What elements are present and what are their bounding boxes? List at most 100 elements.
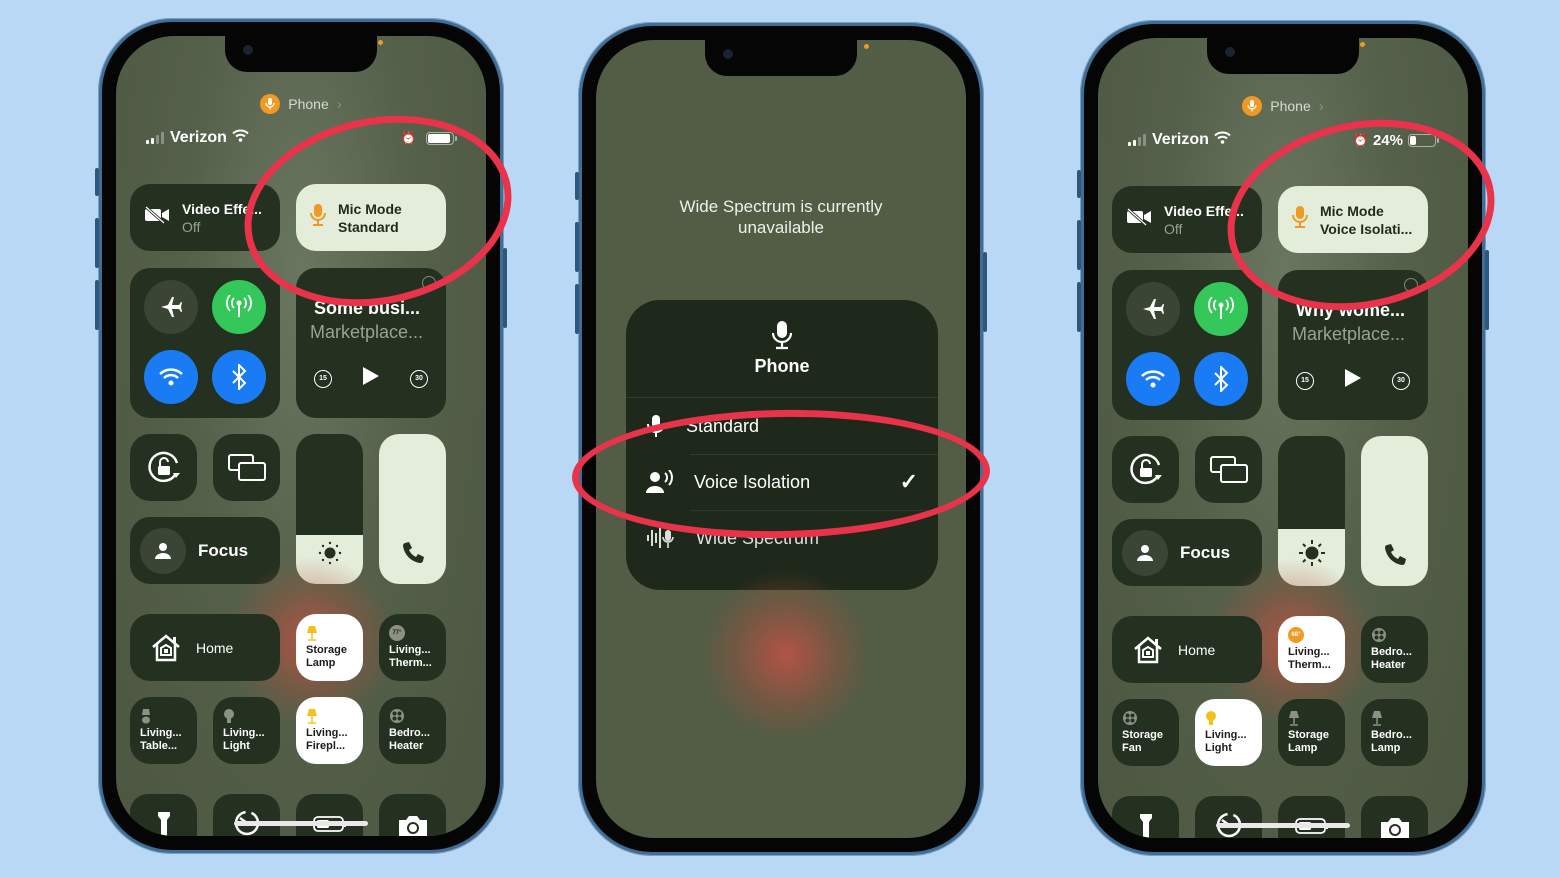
accessory-storage-lamp[interactable]: Storage Lamp: [296, 614, 363, 681]
accessory-bedroom-lamp[interactable]: Bedro... Lamp: [1361, 699, 1428, 766]
side-button: [503, 248, 507, 328]
mic-mode-title: Mic Mode: [338, 200, 402, 217]
volume-up-button: [1077, 220, 1081, 270]
accessory-living-table-lamp[interactable]: Living... Table...: [130, 697, 197, 764]
rotation-lock-button[interactable]: [130, 434, 197, 501]
rotation-lock-icon: [147, 451, 180, 482]
brightness-slider[interactable]: [296, 434, 363, 584]
accessory-living-light[interactable]: Living... Light: [213, 697, 280, 764]
screen-mirroring-button[interactable]: [1195, 436, 1262, 503]
wifi-toggle[interactable]: [1126, 352, 1180, 406]
cellular-signal-icon: [146, 132, 164, 144]
now-playing-module[interactable]: Some busi... Marketplace... 15 30: [296, 268, 446, 418]
rotation-lock-button[interactable]: [1112, 436, 1179, 503]
skip-back-15-button[interactable]: 15: [314, 369, 332, 388]
lamp-icon: [1371, 709, 1418, 727]
cellular-data-toggle[interactable]: [212, 280, 266, 334]
accessory-living-light[interactable]: Living... Light: [1195, 699, 1262, 766]
home-button[interactable]: Home: [130, 614, 280, 681]
airplay-icon[interactable]: [1404, 278, 1418, 292]
screen: Phone › Verizon ⏰ 24% Video Effe... Off …: [1098, 38, 1468, 838]
accessory-storage-lamp[interactable]: Storage Lamp: [1278, 699, 1345, 766]
microphone-icon: [647, 415, 665, 437]
heater-icon: [389, 707, 436, 725]
focus-button[interactable]: Focus: [130, 517, 280, 584]
mic-mode-value: Voice Isolati...: [1320, 220, 1413, 237]
cellular-data-toggle[interactable]: [1194, 282, 1248, 336]
accessory-living-thermostat[interactable]: 68° Living... Therm...: [1278, 616, 1345, 683]
timer-button[interactable]: [1195, 796, 1262, 838]
screen-mirroring-button[interactable]: [213, 434, 280, 501]
accessory-name-line2: Light: [223, 740, 250, 752]
chevron-right-icon: ›: [336, 95, 342, 113]
bluetooth-toggle[interactable]: [1194, 352, 1248, 406]
brightness-slider[interactable]: [1278, 436, 1345, 586]
bluetooth-toggle[interactable]: [212, 350, 266, 404]
home-indicator[interactable]: [234, 821, 368, 826]
mic-mode-option-wide-spectrum[interactable]: Wide Spectrum: [626, 510, 938, 566]
mic-in-use-indicator: [378, 40, 383, 45]
side-button: [983, 252, 987, 332]
focus-button[interactable]: Focus: [1112, 519, 1262, 586]
play-button[interactable]: [1344, 368, 1362, 393]
airplane-mode-toggle[interactable]: [1126, 282, 1180, 336]
flashlight-button[interactable]: [130, 794, 197, 836]
airplay-icon[interactable]: [422, 276, 436, 290]
skip-back-15-button[interactable]: 15: [1296, 371, 1314, 390]
accessory-storage-fan[interactable]: Storage Fan: [1112, 699, 1179, 766]
video-effects-tile[interactable]: Video Effe... Off: [1112, 186, 1262, 253]
option-label: Voice Isolation: [694, 471, 811, 492]
airplane-mode-toggle[interactable]: [144, 280, 198, 334]
mic-mode-option-voice-isolation[interactable]: Voice Isolation ✓: [626, 454, 938, 510]
mic-app-name: Phone: [1270, 98, 1311, 114]
phone-handset-icon: [1384, 544, 1406, 566]
mic-in-use-pill[interactable]: Phone ›: [1098, 96, 1468, 116]
connectivity-module: [1112, 270, 1262, 420]
chevron-right-icon: ›: [1318, 97, 1324, 115]
mic-mode-option-standard[interactable]: Standard: [626, 398, 938, 454]
volume-down-button: [575, 284, 579, 334]
battery-icon: [426, 131, 457, 145]
low-power-mode-button[interactable]: [296, 794, 363, 836]
play-icon: [1345, 369, 1361, 387]
now-playing-module[interactable]: Why wome... Marketplace... 15 30: [1278, 270, 1428, 420]
accessory-bedroom-heater[interactable]: Bedro... Heater: [379, 697, 446, 764]
focus-label: Focus: [1180, 542, 1231, 562]
flashlight-button[interactable]: [1112, 796, 1179, 838]
call-volume-slider[interactable]: [379, 434, 446, 584]
video-effects-value: Off: [1164, 220, 1183, 237]
mic-mode-tile[interactable]: Mic Mode Standard: [296, 184, 446, 251]
accessory-name-line1: Living...: [306, 727, 348, 739]
bulb-icon: [1205, 709, 1252, 727]
play-button[interactable]: [362, 366, 380, 391]
play-icon: [363, 367, 379, 385]
home-button[interactable]: Home: [1112, 616, 1262, 683]
skip-forward-30-button[interactable]: 30: [410, 369, 428, 388]
accessory-living-fireplace[interactable]: Living... Firepl...: [296, 697, 363, 764]
skip-forward-30-button[interactable]: 30: [1392, 371, 1410, 390]
video-effects-title: Video Effe...: [182, 200, 262, 217]
mic-mode-tile[interactable]: Mic Mode Voice Isolati...: [1278, 186, 1428, 253]
mic-in-use-pill[interactable]: Phone ›: [116, 94, 486, 114]
accessory-living-thermostat[interactable]: 77° Living... Therm...: [379, 614, 446, 681]
wide-spectrum-icon: [647, 528, 674, 548]
camera-button[interactable]: [379, 794, 446, 836]
mic-mode-title: Mic Mode: [1320, 202, 1384, 219]
wifi-toggle[interactable]: [144, 350, 198, 404]
camera-button[interactable]: [1361, 796, 1428, 838]
microphone-icon: [771, 321, 793, 350]
mic-mode-value: Standard: [338, 218, 399, 235]
home-indicator[interactable]: [1216, 823, 1350, 828]
fan-icon: [1122, 709, 1169, 727]
flashlight-icon: [1139, 814, 1152, 838]
low-power-mode-button[interactable]: [1278, 796, 1345, 838]
video-effects-tile[interactable]: Video Effe... Off: [130, 184, 280, 251]
call-volume-slider[interactable]: [1361, 436, 1428, 586]
video-off-icon: [1126, 207, 1152, 231]
microphone-icon: [1242, 96, 1263, 116]
accessory-bedroom-heater[interactable]: Bedro... Heater: [1361, 616, 1428, 683]
airplane-icon: [1143, 299, 1164, 319]
carrier-name: Verizon: [1152, 131, 1209, 148]
microphone-icon: [260, 94, 281, 114]
timer-button[interactable]: [213, 794, 280, 836]
